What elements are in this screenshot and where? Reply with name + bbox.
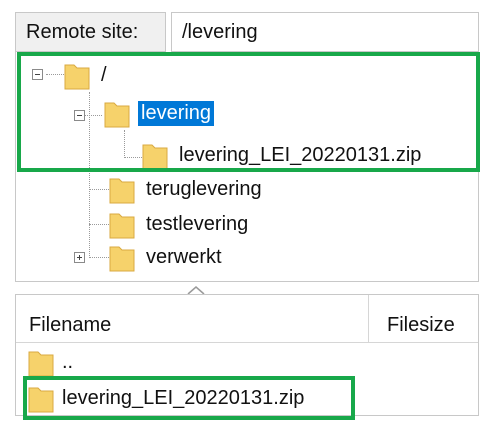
tree-line <box>82 115 102 116</box>
folder-icon <box>64 60 90 90</box>
file-name: .. <box>62 350 74 373</box>
tree-node-levering[interactable]: levering <box>104 96 215 130</box>
expand-verwerkt-icon[interactable] <box>74 252 85 263</box>
tree-line <box>124 130 125 158</box>
remote-site-bar: Remote site: <box>15 12 479 52</box>
tree-node-zip[interactable]: levering_LEI_20220131.zip <box>142 138 424 172</box>
file-list-header: Filename Filesize <box>16 295 478 343</box>
tree-node-root[interactable]: / <box>64 58 110 92</box>
tree-line <box>89 257 109 258</box>
tree-line <box>124 157 144 158</box>
tree-node-label: verwerkt <box>146 245 222 268</box>
remote-site-label: Remote site: <box>15 12 166 52</box>
remote-directory-tree[interactable]: / levering levering_LEI_20220131.zip ter… <box>15 52 479 282</box>
folder-icon <box>28 383 54 413</box>
file-row-parent[interactable]: .. <box>28 345 73 379</box>
tree-node-label: / <box>101 63 107 86</box>
folder-icon <box>109 174 135 204</box>
tree-line <box>89 92 90 258</box>
folder-icon <box>109 242 135 272</box>
tree-line <box>46 74 64 75</box>
remote-path-input[interactable] <box>171 12 479 52</box>
tree-node-label: levering_LEI_20220131.zip <box>179 143 422 166</box>
tree-line <box>89 224 109 225</box>
collapse-levering-icon[interactable] <box>74 110 85 121</box>
folder-icon <box>109 209 135 239</box>
tree-node-teruglevering[interactable]: teruglevering <box>109 172 265 206</box>
tree-node-label: testlevering <box>146 212 249 235</box>
remote-file-list[interactable]: Filename Filesize .. levering_LEI_202201… <box>15 294 479 416</box>
tree-node-label: levering <box>138 100 215 126</box>
tree-node-testlevering[interactable]: testlevering <box>109 207 251 241</box>
folder-icon <box>142 140 168 170</box>
folder-icon <box>104 98 130 128</box>
column-header-filesize[interactable]: Filesize <box>369 295 480 343</box>
collapse-root-icon[interactable] <box>32 69 43 80</box>
tree-node-label: teruglevering <box>146 177 262 200</box>
file-name: levering_LEI_20220131.zip <box>62 386 305 409</box>
folder-icon <box>28 347 54 377</box>
column-header-filename[interactable]: Filename <box>16 295 369 343</box>
tree-node-verwerkt[interactable]: verwerkt <box>109 240 225 274</box>
file-row-zip[interactable]: levering_LEI_20220131.zip <box>28 381 304 415</box>
tree-line <box>89 189 109 190</box>
